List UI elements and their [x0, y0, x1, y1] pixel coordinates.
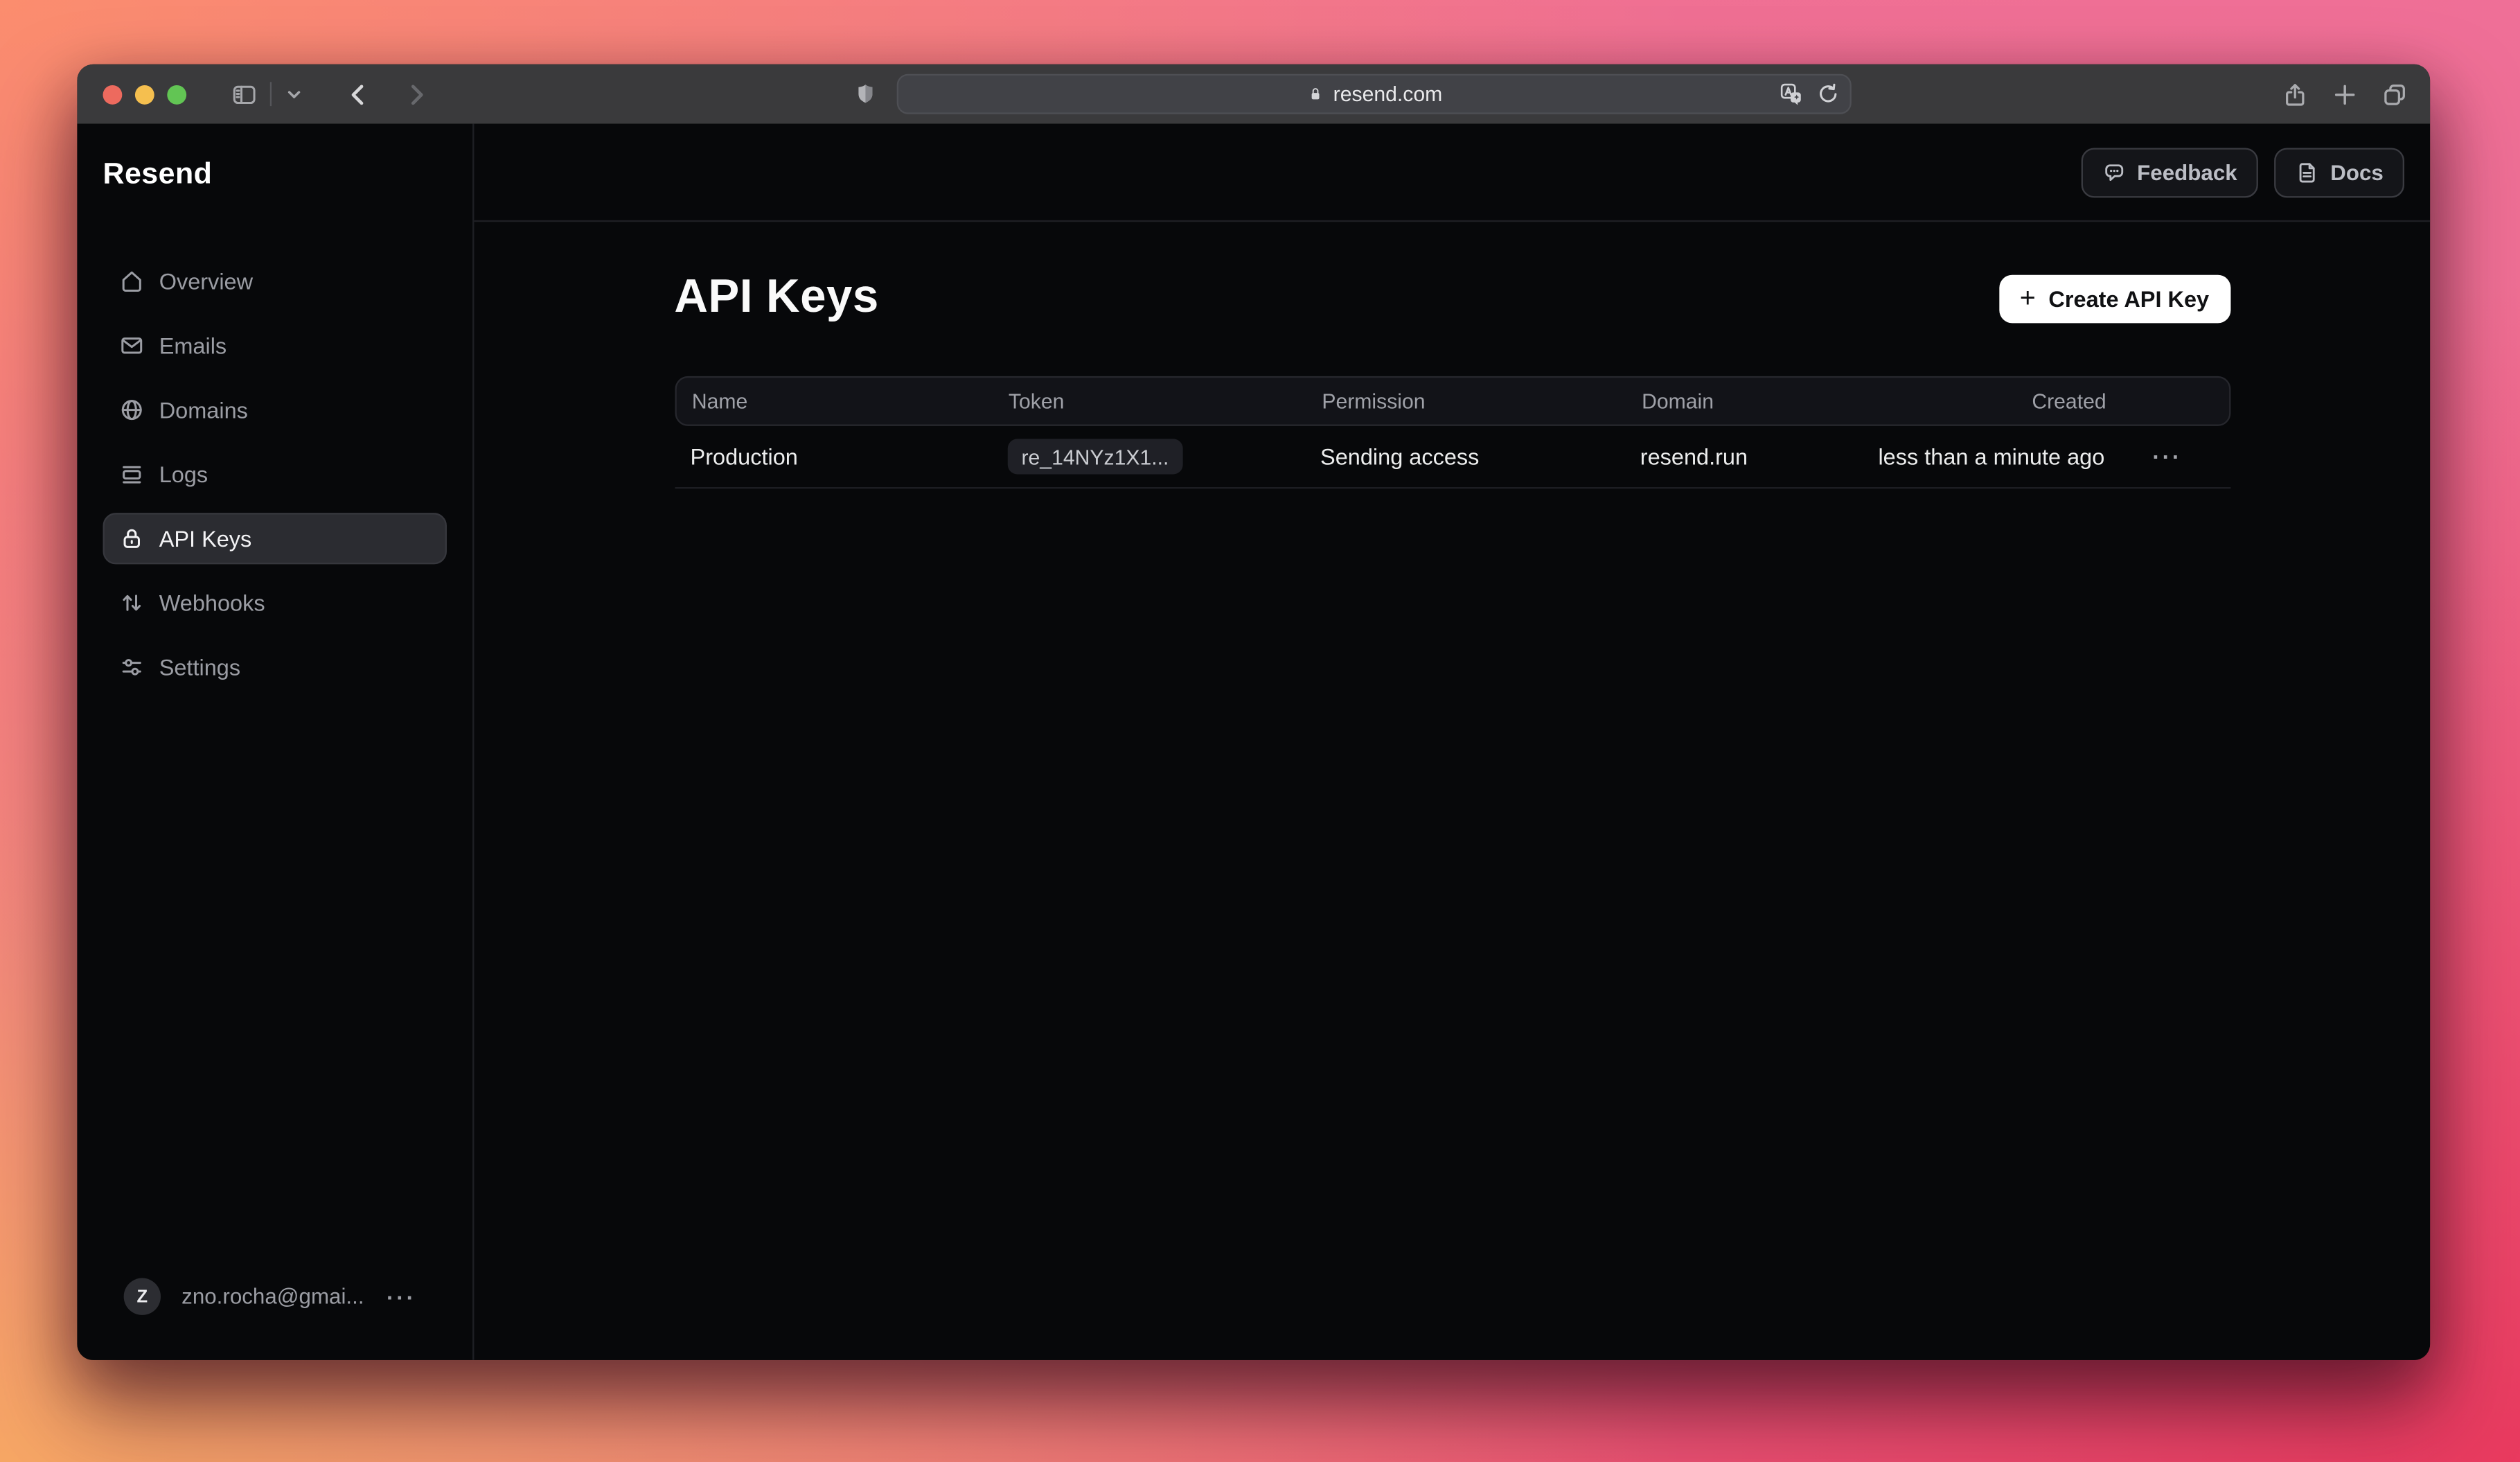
home-icon — [119, 268, 145, 294]
share-button[interactable] — [2282, 81, 2308, 107]
api-key-domain: resend.run — [1640, 443, 1864, 469]
table-row: Production re_14NYz1X1... Sending access… — [674, 426, 2230, 488]
page-title: API Keys — [674, 270, 878, 326]
browser-nav-controls — [222, 75, 438, 114]
user-account-row[interactable]: Z zno.rocha@gmai... ··· — [77, 1278, 472, 1360]
sidebar-spacer — [77, 693, 472, 1278]
feedback-button-label: Feedback — [2137, 160, 2237, 184]
sidebar-toggle-icon — [231, 81, 257, 107]
sidebar-item-api-keys[interactable]: API Keys — [103, 513, 447, 564]
sidebar-item-webhooks[interactable]: Webhooks — [103, 577, 447, 628]
toggle-sidebar-button[interactable] — [222, 75, 267, 114]
browser-titlebar: resend.com — [77, 64, 2430, 124]
back-button[interactable] — [336, 75, 381, 114]
envelope-icon — [119, 333, 145, 358]
column-header-permission: Permission — [1322, 389, 1642, 413]
sidebar-item-label: Logs — [159, 461, 208, 487]
resend-logo: Resend — [103, 156, 472, 191]
address-bar-tools — [1779, 76, 1840, 112]
toolbar-separator — [270, 82, 272, 106]
close-window-button[interactable] — [103, 85, 122, 104]
sidebar-item-label: Settings — [159, 654, 240, 680]
shield-icon — [853, 82, 878, 106]
tls-lock-icon — [1306, 85, 1324, 103]
logs-icon — [119, 461, 145, 487]
api-key-created: less than a minute ago — [1863, 443, 2104, 469]
sidebar-item-label: Webhooks — [159, 590, 265, 616]
api-key-name: Production — [674, 443, 1006, 469]
reload-icon — [1816, 82, 1840, 106]
reload-button[interactable] — [1816, 82, 1840, 106]
avatar: Z — [124, 1278, 161, 1315]
column-header-token: Token — [1009, 389, 1322, 413]
sidebar-item-settings[interactable]: Settings — [103, 642, 447, 693]
sidebar-item-domains[interactable]: Domains — [103, 385, 447, 436]
chevron-right-icon — [403, 81, 429, 107]
sidebar-item-overview[interactable]: Overview — [103, 256, 447, 307]
share-icon — [2282, 81, 2308, 107]
privacy-report-button[interactable] — [853, 82, 878, 106]
arrows-up-down-icon — [119, 590, 145, 616]
create-api-key-button[interactable]: + Create API Key — [1999, 274, 2230, 323]
feedback-button[interactable]: Feedback — [2081, 147, 2258, 197]
browser-window: resend.com — [77, 64, 2430, 1360]
page-head: API Keys + Create API Key — [674, 270, 2230, 326]
desktop: resend.com — [0, 0, 2520, 1462]
token-chip[interactable]: re_14NYz1X1... — [1007, 439, 1184, 474]
document-icon — [2295, 160, 2319, 184]
chevron-left-icon — [346, 81, 371, 107]
lock-icon — [119, 526, 145, 552]
plus-icon: + — [2020, 284, 2036, 311]
new-tab-button[interactable] — [2332, 81, 2358, 107]
translate-button[interactable] — [1779, 82, 1803, 106]
titlebar-right-controls — [2282, 81, 2408, 107]
api-key-permission: Sending access — [1320, 443, 1640, 469]
docs-button[interactable]: Docs — [2274, 147, 2404, 197]
tab-overview-button[interactable] — [2382, 81, 2408, 107]
traffic-lights — [103, 85, 186, 104]
titlebar-center: resend.com — [438, 74, 2266, 114]
sidebar-item-label: Domains — [159, 397, 248, 423]
column-header-name: Name — [676, 389, 1009, 413]
token-cell: re_14NYz1X1... — [1007, 439, 1320, 474]
docs-button-label: Docs — [2330, 160, 2384, 184]
minimize-window-button[interactable] — [135, 85, 154, 104]
row-actions-button[interactable]: ··· — [2104, 443, 2230, 469]
main-header: Feedback Docs — [474, 124, 2430, 222]
forward-button[interactable] — [393, 75, 438, 114]
sidebar-item-emails[interactable]: Emails — [103, 320, 447, 371]
tabs-icon — [2382, 81, 2408, 107]
address-text: resend.com — [1333, 82, 1443, 106]
translate-icon — [1779, 82, 1803, 106]
content-area: API Keys + Create API Key Name Token Per… — [474, 222, 2430, 1360]
sidebar-item-label: Overview — [159, 268, 253, 294]
column-header-domain: Domain — [1642, 389, 1865, 413]
plus-icon — [2332, 81, 2358, 107]
sidebar-item-logs[interactable]: Logs — [103, 448, 447, 500]
zoom-window-button[interactable] — [167, 85, 186, 104]
sidebar-item-label: API Keys — [159, 526, 252, 552]
user-menu-button[interactable]: ··· — [387, 1284, 416, 1310]
user-email: zno.rocha@gmai... — [181, 1285, 364, 1309]
api-keys-table-header: Name Token Permission Domain Created — [674, 376, 2230, 426]
feedback-bubble-icon — [2102, 160, 2126, 184]
sliders-icon — [119, 654, 145, 680]
sidebar-nav: Overview Emails Domains — [77, 256, 472, 693]
create-api-key-label: Create API Key — [2048, 285, 2209, 311]
address-bar[interactable]: resend.com — [897, 74, 1852, 114]
chevron-down-icon — [285, 85, 304, 104]
sidebar: Resend Overview Emails — [77, 124, 474, 1360]
sidebar-item-label: Emails — [159, 333, 227, 358]
sidebar-menu-button[interactable] — [275, 75, 314, 114]
resend-app: Resend Overview Emails — [77, 124, 2430, 1360]
column-header-created: Created — [1865, 389, 2106, 413]
main-panel: Feedback Docs API Keys — [474, 124, 2430, 1360]
globe-icon — [119, 397, 145, 423]
